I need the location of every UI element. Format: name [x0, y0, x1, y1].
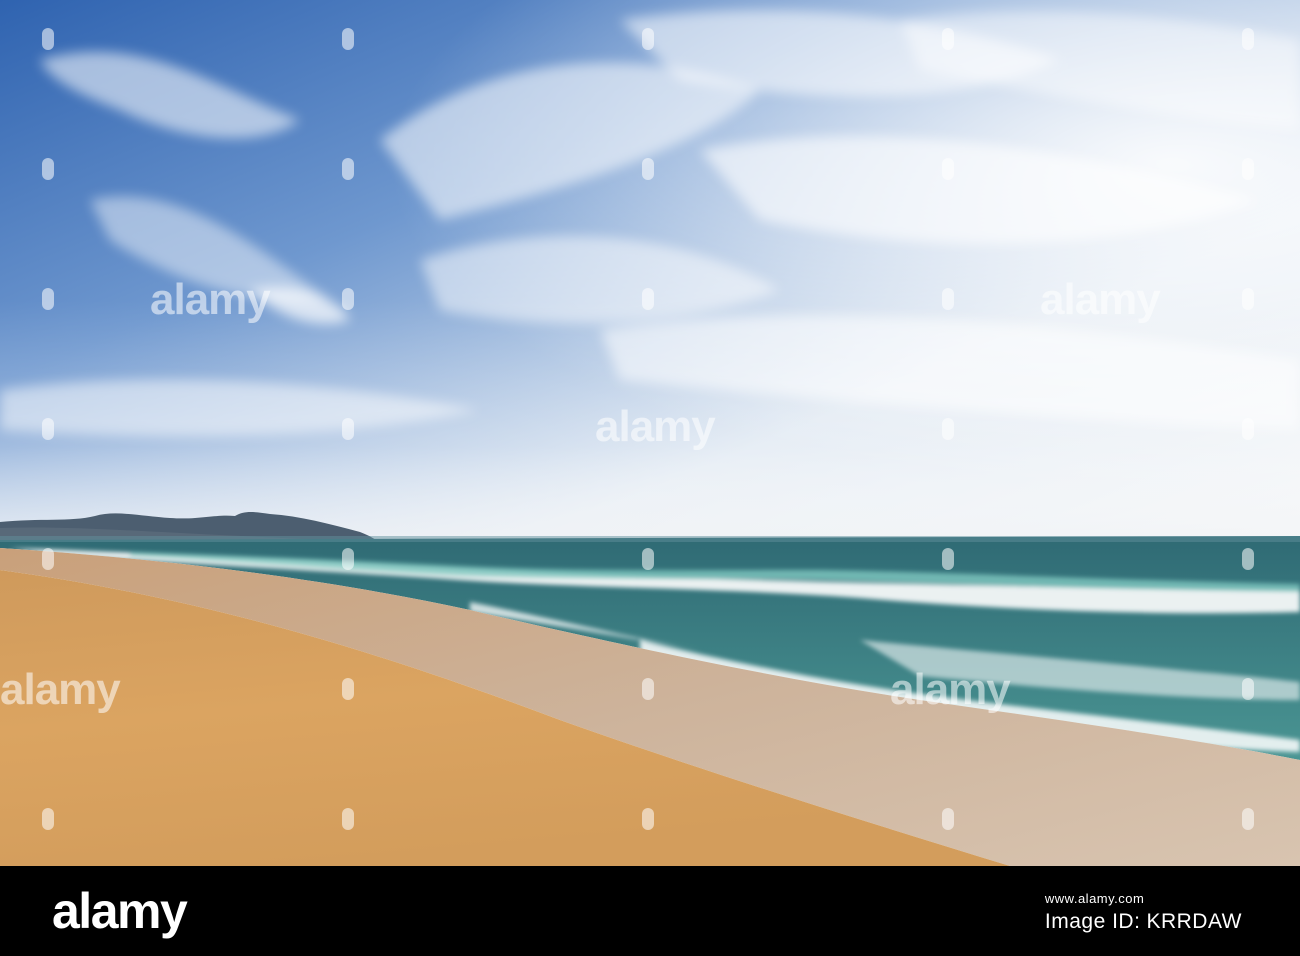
watermark-mark — [1242, 158, 1254, 180]
watermark-mark — [42, 808, 54, 830]
image-url: www.alamy.com — [1044, 891, 1145, 906]
watermark-mark — [342, 678, 354, 700]
watermark-mark — [942, 288, 954, 310]
image-id-label: Image ID: — [1044, 910, 1141, 933]
watermark-mark — [642, 28, 654, 50]
watermark-mark — [42, 288, 54, 310]
watermark-text: alamy — [1040, 275, 1161, 324]
watermark-mark — [42, 548, 54, 570]
watermark-mark — [642, 158, 654, 180]
watermark-mark — [342, 418, 354, 440]
footer-bar: alamy www.alamy.com Image ID: KRRDAW — [0, 866, 1300, 956]
watermark-text: alamy — [890, 665, 1011, 714]
watermark-mark — [942, 808, 954, 830]
watermark-mark — [342, 158, 354, 180]
watermark-mark — [942, 548, 954, 570]
watermark-mark — [342, 288, 354, 310]
watermark-mark — [1242, 548, 1254, 570]
watermark-mark — [642, 548, 654, 570]
image-id-block: www.alamy.com Image ID: KRRDAW — [1045, 892, 1242, 932]
watermark-mark — [1242, 28, 1254, 50]
watermark-mark — [342, 548, 354, 570]
watermark-mark — [42, 158, 54, 180]
image-id-value: KRRDAW — [1146, 910, 1242, 933]
watermark-mark — [1242, 808, 1254, 830]
watermark-mark — [942, 158, 954, 180]
watermark-mark — [42, 418, 54, 440]
watermark-mark — [1242, 678, 1254, 700]
stock-photo-viewer: alamy alamy alamy alamy alamy alamy www.alam… — [0, 0, 1300, 956]
watermark-mark — [942, 418, 954, 440]
watermark-mark — [342, 808, 354, 830]
watermark-text: alamy — [595, 402, 716, 451]
watermark-mark — [642, 288, 654, 310]
watermark-mark — [942, 28, 954, 50]
watermark-mark — [642, 678, 654, 700]
beach-photo: alamy alamy alamy alamy alamy — [0, 0, 1300, 866]
watermark-text: alamy — [0, 665, 121, 714]
watermark-mark — [42, 28, 54, 50]
watermark-mark — [642, 808, 654, 830]
watermark-mark — [1242, 288, 1254, 310]
alamy-logo[interactable]: alamy — [52, 886, 188, 936]
watermark-mark — [342, 28, 354, 50]
watermark-mark — [1242, 418, 1254, 440]
watermark-text: alamy — [150, 275, 271, 324]
